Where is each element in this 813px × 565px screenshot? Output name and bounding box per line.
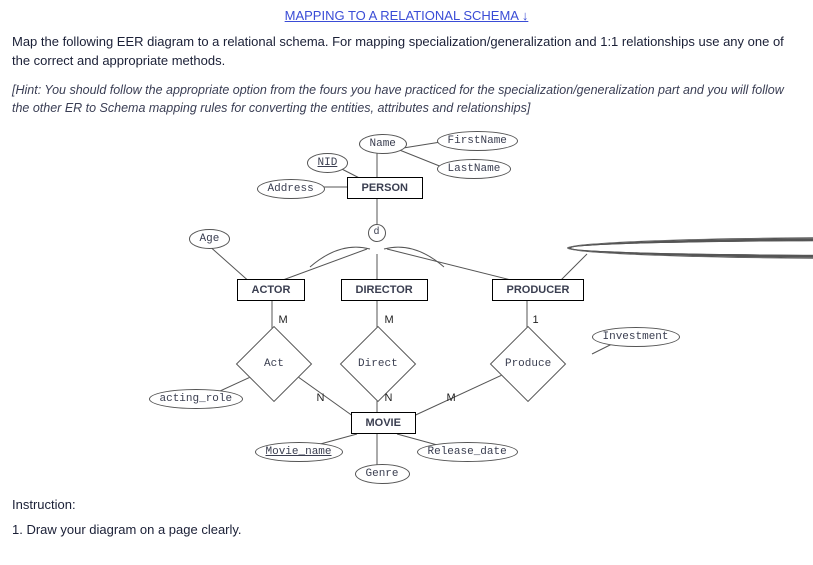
entity-director: DIRECTOR [341, 279, 428, 301]
card-actor-act: M [279, 314, 288, 326]
attr-firstname: FirstName [437, 131, 518, 151]
hint-paragraph: [Hint: You should follow the appropriate… [12, 81, 801, 117]
entity-actor: ACTOR [237, 279, 306, 301]
rel-produce-label: Produce [504, 358, 550, 370]
spec-circle-d: d [368, 224, 386, 242]
question-paragraph: Map the following EER diagram to a relat… [12, 33, 801, 71]
entity-person: PERSON [347, 177, 423, 199]
card-act-movie: N [317, 392, 325, 404]
attr-lastname: LastName [437, 159, 512, 179]
attr-age: Age [189, 229, 231, 249]
attr-investment: Investment [592, 327, 680, 347]
rel-act-label: Act [264, 358, 284, 370]
attr-nid: NID [307, 153, 349, 173]
card-direct-movie: N [385, 392, 393, 404]
entity-producer: PRODUCER [492, 279, 585, 301]
rel-direct-label: Direct [358, 358, 398, 370]
attr-movie-name: Movie_name [255, 442, 343, 462]
entity-movie: MOVIE [351, 412, 416, 434]
eer-diagram: NID Name FirstName LastName Address PERS… [97, 129, 717, 489]
attr-name: Name [359, 134, 407, 154]
attr-genre: Genre [355, 464, 410, 484]
instruction-heading: Instruction: [12, 497, 801, 512]
attr-address: Address [257, 179, 325, 199]
card-produce-movie: M [447, 392, 456, 404]
card-director-direct: M [385, 314, 394, 326]
attr-acting-role: acting_role [149, 389, 244, 409]
card-producer-produce: 1 [533, 314, 539, 326]
attr-release-date: Release_date [417, 442, 518, 462]
page-title: MAPPING TO A RELATIONAL SCHEMA ↓ [12, 8, 801, 23]
instruction-item-1: 1. Draw your diagram on a page clearly. [12, 522, 801, 537]
